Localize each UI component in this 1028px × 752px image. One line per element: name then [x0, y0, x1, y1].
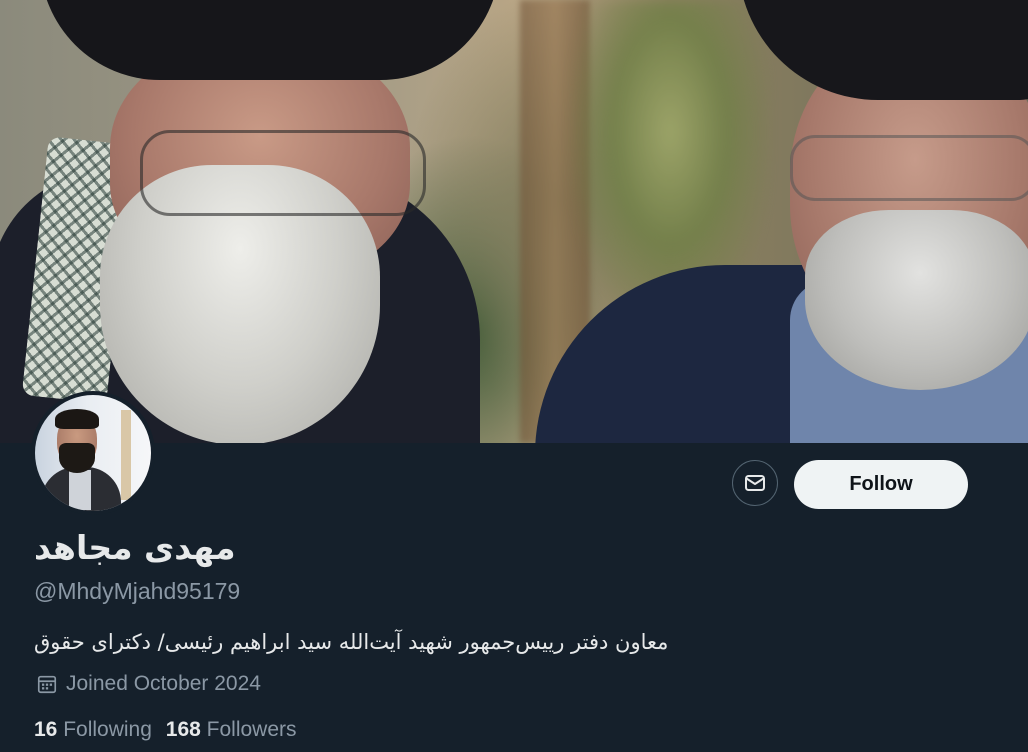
mail-icon [745, 475, 765, 491]
calendar-icon [37, 675, 57, 694]
banner-right-person-beard [805, 210, 1028, 390]
avatar-background-pillar [121, 410, 131, 500]
following-link[interactable]: 16 Following [34, 718, 152, 741]
avatar-person-hair [55, 409, 99, 429]
message-button[interactable] [732, 460, 778, 506]
avatar-person-shirt [69, 470, 91, 510]
follow-stats: 16 Following 168 Followers [34, 718, 305, 742]
banner-left-person-glasses [140, 130, 426, 216]
followers-count: 168 [165, 718, 201, 741]
avatar-person-beard [59, 443, 95, 473]
joined-text: Joined October 2024 [66, 672, 261, 695]
profile-banner[interactable] [0, 0, 1028, 443]
joined-date: Joined October 2024 [36, 672, 261, 696]
banner-right-person-turban [738, 0, 1028, 100]
follow-button[interactable]: Follow [794, 460, 968, 509]
following-label: Following [63, 718, 152, 741]
profile-bio: معاون دفتر رییس‌جمهور شهید آیت‌الله سید … [34, 630, 669, 654]
following-count: 16 [34, 718, 58, 741]
banner-left-person-turban [40, 0, 500, 80]
avatar[interactable] [31, 391, 155, 515]
banner-right-person-glasses [790, 135, 1028, 201]
followers-label: Followers [206, 718, 297, 741]
display-name: مهدی مجاهد [34, 528, 236, 567]
user-handle: @MhdyMjahd95179 [34, 578, 241, 604]
followers-link[interactable]: 168 Followers [166, 718, 297, 741]
avatar-photo [35, 395, 151, 511]
